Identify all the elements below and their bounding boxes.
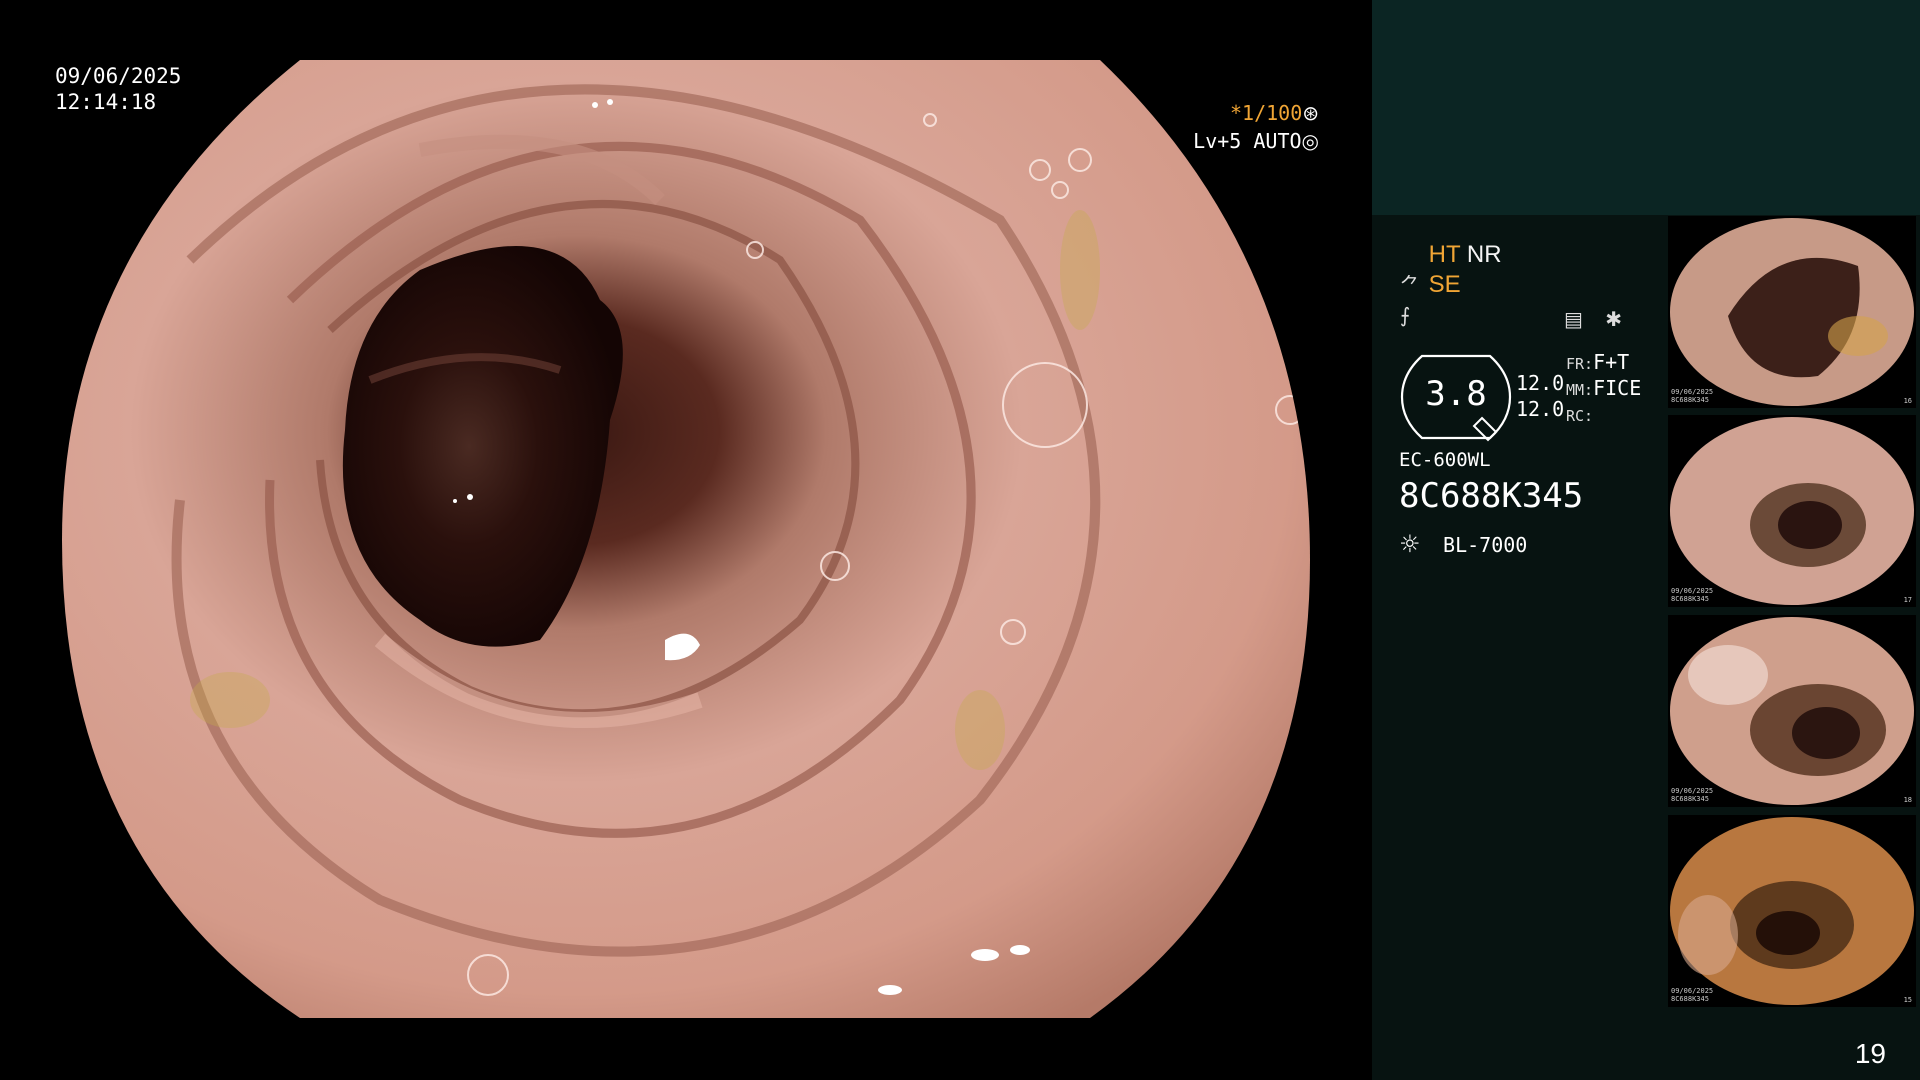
thumbnail-3[interactable]: 09/06/2025 8C688K345 18 (1668, 615, 1916, 807)
zoom-num-2: 12.0 (1516, 397, 1565, 421)
thumbnail-serial: 8C688K345 (1671, 595, 1709, 603)
iris-icon: ◎ (1301, 129, 1319, 153)
light-source: ☼ BL-7000 (1399, 530, 1527, 558)
thumbnail-label: 09/06/2025 8C688K345 (1671, 388, 1713, 404)
thumbnail-date: 09/06/2025 (1671, 787, 1714, 795)
thumbnail-number: 15 (1903, 996, 1912, 1004)
thumbnail-label: 09/06/2025 8C688K345 (1671, 987, 1713, 1003)
light-bulb-icon: ☼ (1399, 530, 1421, 558)
thumbnail-date: 09/06/2025 (1671, 388, 1714, 396)
side-panel-header (1372, 0, 1920, 215)
thumbnail-label: 09/06/2025 8C688K345 (1671, 587, 1713, 603)
time-text: 12:14:18 (55, 90, 157, 114)
freeze-icon: ⨍ (1400, 303, 1411, 327)
thumbnail-label: 09/06/2025 8C688K345 (1671, 787, 1713, 803)
thumbnail-image (1670, 417, 1914, 605)
exposure-overlay: *1/100⊛ Lv+5 AUTO◎ (1193, 99, 1319, 155)
nr-label: NR (1466, 241, 1502, 268)
thumbnail-image (1670, 218, 1914, 406)
thumbnail-4[interactable]: 09/06/2025 8C688K345 15 (1668, 815, 1916, 1007)
enhance-icon: ⺈ (1400, 273, 1420, 297)
ht-label: HT (1428, 241, 1461, 268)
zoom-value: 3.8 (1425, 374, 1487, 414)
se-label: SE (1428, 271, 1461, 298)
status-row-ht-nr: HT NR (1400, 240, 1650, 270)
thumbnail-serial: 8C688K345 (1671, 795, 1709, 803)
thumbnail-date: 09/06/2025 (1671, 587, 1714, 595)
light-source-name: BL-7000 (1443, 533, 1528, 557)
mm-label: MM: (1566, 381, 1594, 399)
asterisk-icon: ✱ (1605, 307, 1623, 331)
record-icon: ▤ (1564, 307, 1583, 331)
mm-value: FICE (1593, 376, 1642, 400)
mode-icons: ▤ ✱ (1564, 307, 1638, 331)
thumbnail-2[interactable]: 09/06/2025 8C688K345 17 (1668, 415, 1916, 607)
thumbnail-number: 17 (1903, 596, 1912, 604)
thumbnail-image (1670, 817, 1914, 1005)
status-row-se: ⺈ SE (1400, 270, 1650, 300)
datetime-overlay: 09/06/2025 12:14:18 (55, 63, 181, 115)
zoom-numbers: 12.0 12.0 (1516, 370, 1564, 422)
page-number: 19 (1854, 1038, 1886, 1069)
shutter-icon: ⊛ (1302, 101, 1319, 125)
zoom-num-1: 12.0 (1516, 371, 1565, 395)
endoscope-main-view: 09/06/2025 12:14:18 *1/100⊛ Lv+5 AUTO◎ (0, 0, 1372, 1080)
thumbnail-number: 16 (1903, 397, 1912, 405)
endoscopic-image (62, 60, 1310, 1018)
thumbnail-serial: 8C688K345 (1671, 995, 1709, 1003)
thumbnail-date: 09/06/2025 (1671, 987, 1714, 995)
shutter-speed: *1/100 (1229, 101, 1303, 125)
scope-model: EC-600WL (1399, 449, 1491, 471)
thumbnail-serial: 8C688K345 (1671, 396, 1709, 404)
rc-label: RC: (1566, 407, 1594, 425)
fr-value: F+T (1593, 350, 1630, 374)
fr-label: FR: (1566, 355, 1594, 373)
image-params: FR:F+T MM:FICE RC: (1566, 350, 1641, 428)
thumbnail-image (1670, 617, 1914, 805)
scope-serial: 8C688K345 (1399, 476, 1584, 516)
date-text: 09/06/2025 (55, 64, 182, 88)
exposure-level: Lv+5 AUTO (1193, 129, 1302, 153)
thumbnail-number: 18 (1903, 796, 1912, 804)
thumbnail-1[interactable]: 09/06/2025 8C688K345 16 (1668, 216, 1916, 408)
